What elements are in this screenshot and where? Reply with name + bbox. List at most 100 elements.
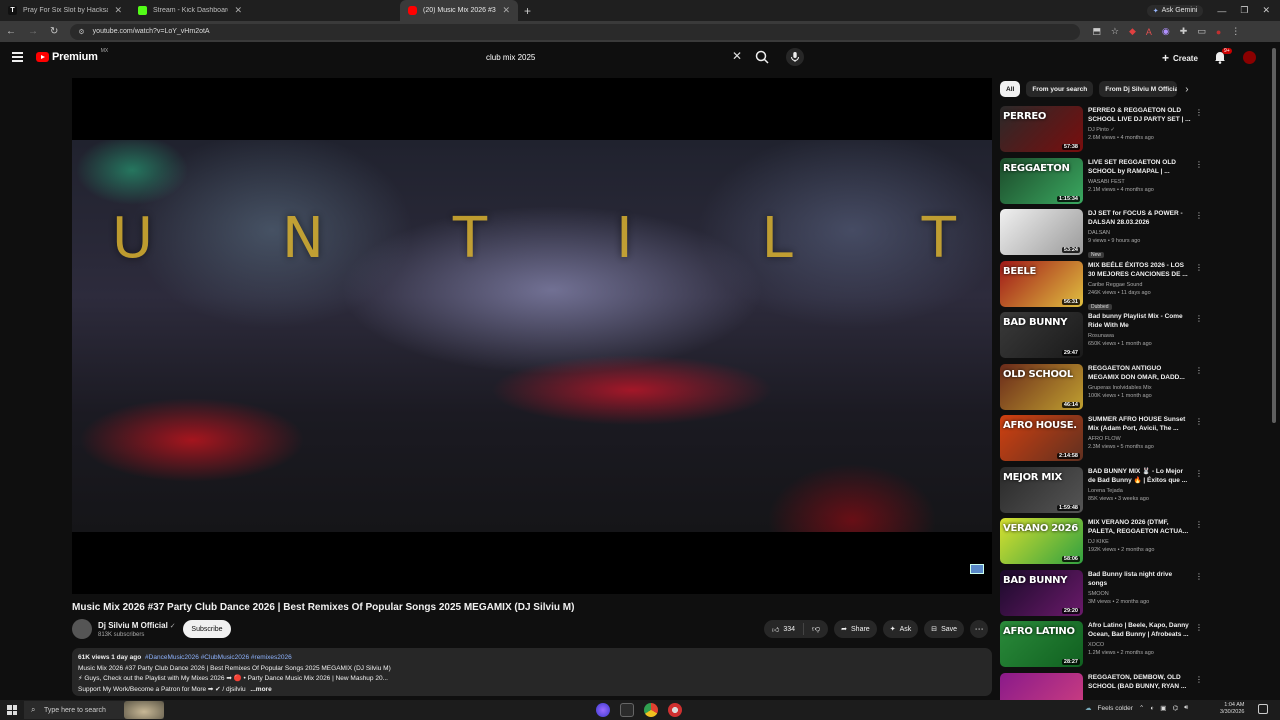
extension-icon[interactable]: A — [1146, 27, 1152, 37]
channel-name[interactable]: DJ KIKE — [1088, 539, 1192, 546]
channel-name[interactable]: DALSAN — [1088, 230, 1192, 237]
windows-start-icon[interactable] — [7, 705, 17, 715]
channel-avatar[interactable] — [72, 619, 92, 639]
profile-icon[interactable]: ● — [1216, 27, 1221, 37]
video-title[interactable]: REGGAETON ANTIGUO MEGAMIX DON OMAR, DADD… — [1088, 364, 1192, 382]
app-icon[interactable] — [668, 703, 682, 717]
video-thumbnail[interactable]: BAD BUNNY 29:47 — [1000, 312, 1083, 358]
taskbar-clock[interactable]: 1:04 AM 3/30/2026 — [1220, 702, 1244, 716]
close-window-icon[interactable]: ✕ — [1262, 5, 1270, 16]
extension-icon[interactable]: ◆ — [1129, 26, 1136, 37]
chevron-up-icon[interactable]: ⌃ — [1139, 704, 1144, 712]
video-thumbnail[interactable]: BEELE 56:31 — [1000, 260, 1083, 307]
extension-icon[interactable]: ◉ — [1162, 26, 1170, 37]
channel-name[interactable]: Dj Silviu M Official ✓ — [98, 621, 176, 630]
more-options-icon[interactable]: ⋮ — [1195, 469, 1203, 478]
video-title[interactable]: DJ SET for FOCUS & POWER - DALSAN 28.03.… — [1088, 209, 1192, 227]
video-title[interactable]: LIVE SET REGGAETON OLD SCHOOL by RAMAPAL… — [1088, 158, 1192, 176]
taskbar-search[interactable]: ⌕ Type here to search — [24, 701, 164, 719]
chrome-icon[interactable] — [644, 703, 658, 717]
back-icon[interactable]: ← — [6, 26, 16, 37]
site-info-icon[interactable]: ⚙ — [78, 28, 84, 36]
page-scrollbar[interactable] — [1272, 48, 1276, 423]
search-input[interactable]: club mix 2025 ✕ — [480, 48, 746, 66]
url-field[interactable]: ⚙ youtube.com/watch?v=LoY_vHm2otA — [70, 23, 1081, 40]
recommended-video[interactable]: BEELE 56:31 MIX BEÉLE ÉXITOS 2026 - LOS … — [1000, 260, 1210, 313]
video-thumbnail[interactable]: AFRO LATINO 28:27 — [1000, 621, 1083, 667]
chip-from-your-search[interactable]: From your search — [1026, 81, 1094, 97]
close-tab-icon[interactable]: ✕ — [234, 5, 242, 16]
video-thumbnail[interactable]: REGGAETON 1:15:34 — [1000, 157, 1083, 204]
volume-icon[interactable]: 🔊︎ — [1184, 704, 1188, 712]
video-title[interactable]: Bad bunny Playlist Mix - Come Ride With … — [1088, 312, 1192, 330]
miniplayer-icon[interactable] — [970, 564, 984, 574]
video-thumbnail[interactable]: OLD SCHOOL 46:14 — [1000, 363, 1083, 410]
channel-name[interactable]: Gruperas Inolvidables Mix — [1088, 385, 1192, 392]
app-icon[interactable] — [620, 703, 634, 717]
description-box[interactable]: 61K views 1 day ago #DanceMusic2026 #Clu… — [72, 648, 992, 696]
video-title[interactable]: Afro Latino | Beele, Kapo, Danny Ocean, … — [1088, 621, 1192, 639]
video-thumbnail[interactable]: AFRO HOUSE. 2:14:58 — [1000, 415, 1083, 461]
notification-center-icon[interactable] — [1258, 704, 1268, 714]
video-title[interactable]: MIX BEÉLE ÉXITOS 2026 - LOS 30 MEJORES C… — [1088, 261, 1192, 279]
forward-icon[interactable]: → — [28, 26, 38, 37]
more-options-icon[interactable]: ⋮ — [1195, 314, 1203, 323]
recommended-video[interactable]: PERREO 57:38 PERREO & REGGAETON OLD SCHO… — [1000, 106, 1210, 158]
like-button[interactable]: 👍︎ 334 — [764, 623, 805, 635]
bookmark-star-icon[interactable]: ☆ — [1111, 26, 1119, 37]
channel-name[interactable]: SMOON — [1088, 591, 1192, 598]
new-tab-icon[interactable]: + — [524, 4, 531, 18]
browser-tab-2[interactable]: Stream - Kick Dashboard ✕ — [130, 0, 250, 21]
video-title[interactable]: Bad Bunny lista night drive songs — [1088, 570, 1192, 588]
close-tab-icon[interactable]: ✕ — [114, 5, 122, 16]
reload-icon[interactable]: ↻ — [50, 26, 58, 37]
hashtags[interactable]: #DanceMusic2026 #ClubMusic2026 #remixes2… — [145, 654, 292, 661]
browser-tab-active[interactable]: (20) Music Mix 2026 #37 P... ✕ — [400, 0, 518, 21]
channel-name[interactable]: AFRO FLOW — [1088, 436, 1192, 443]
video-title[interactable]: MIX VERANO 2026 (DTMF, PALETA, REGGAETON… — [1088, 518, 1192, 536]
tray-icon[interactable]: ▣ — [1160, 704, 1166, 712]
video-thumbnail[interactable]: BAD BUNNY 29:20 — [1000, 569, 1083, 616]
tray-icon[interactable]: ◐ — [1150, 705, 1154, 712]
recommended-video[interactable]: OLD SCHOOL 46:14 REGGAETON ANTIGUO MEGAM… — [1000, 363, 1210, 416]
video-thumbnail[interactable]: VERANO 2026 58:06 — [1000, 518, 1083, 564]
extensions-puzzle-icon[interactable]: ✚ — [1180, 26, 1188, 37]
channel-name[interactable]: WASABI FEST — [1088, 179, 1192, 186]
chip-all[interactable]: All — [1000, 81, 1021, 97]
recommended-video[interactable]: VERANO 2026 58:06 MIX VERANO 2026 (DTMF,… — [1000, 518, 1210, 570]
clear-search-icon[interactable]: ✕ — [732, 49, 742, 63]
account-avatar[interactable] — [1243, 51, 1256, 64]
recommended-video[interactable]: BAD BUNNY 29:47 Bad bunny Playlist Mix -… — [1000, 312, 1210, 364]
channel-name[interactable]: Rosunawa — [1088, 333, 1192, 340]
more-options-icon[interactable]: ⋮ — [1195, 366, 1203, 375]
chevron-right-icon[interactable]: › — [1185, 84, 1188, 95]
sidebar-icon[interactable]: ▭ — [1197, 26, 1206, 37]
hamburger-menu-icon[interactable] — [12, 52, 23, 64]
browser-menu-icon[interactable]: ⋮ — [1231, 26, 1240, 37]
video-player[interactable]: U N T I L T — [72, 78, 992, 594]
video-thumbnail[interactable]: MEJOR MIX 1:59:48 — [1000, 466, 1083, 513]
weather-text[interactable]: Feels colder — [1098, 705, 1133, 712]
ask-gemini-button[interactable]: ✦ Ask Gemini — [1146, 4, 1204, 17]
channel-name[interactable]: XOCO — [1088, 642, 1192, 649]
video-title[interactable]: BAD BUNNY MIX 🐰 - Lo Mejor de Bad Bunny … — [1088, 467, 1192, 485]
more-options-icon[interactable]: ⋮ — [1195, 623, 1203, 632]
create-button[interactable]: + Create — [1162, 51, 1198, 65]
recommended-video[interactable]: AFRO LATINO 28:27 Afro Latino | Beele, K… — [1000, 621, 1210, 673]
microphone-icon[interactable] — [786, 48, 804, 66]
subscribe-button[interactable]: Subscribe — [183, 620, 231, 638]
recommended-video[interactable]: REGGAETON 1:15:34 LIVE SET REGGAETON OLD… — [1000, 157, 1210, 210]
chip-from-channel[interactable]: From Dj Silviu M Official — [1099, 81, 1178, 97]
more-options-icon[interactable]: ⋮ — [1195, 417, 1203, 426]
more-options-icon[interactable]: ⋮ — [1195, 520, 1203, 529]
video-thumbnail[interactable]: 53:24 — [1000, 209, 1083, 255]
restore-icon[interactable]: ❐ — [1240, 5, 1248, 16]
more-actions-icon[interactable]: ⋯ — [970, 620, 989, 638]
more-options-icon[interactable]: ⋮ — [1195, 211, 1203, 220]
video-thumbnail[interactable]: PERREO 57:38 — [1000, 106, 1083, 152]
more-options-icon[interactable]: ⋮ — [1195, 675, 1203, 684]
network-icon[interactable]: ⌬ — [1172, 704, 1178, 712]
youtube-premium-logo[interactable]: Premium MX — [36, 48, 108, 63]
app-icon[interactable] — [596, 703, 610, 717]
weather-icon[interactable]: ☁ — [1085, 704, 1092, 712]
